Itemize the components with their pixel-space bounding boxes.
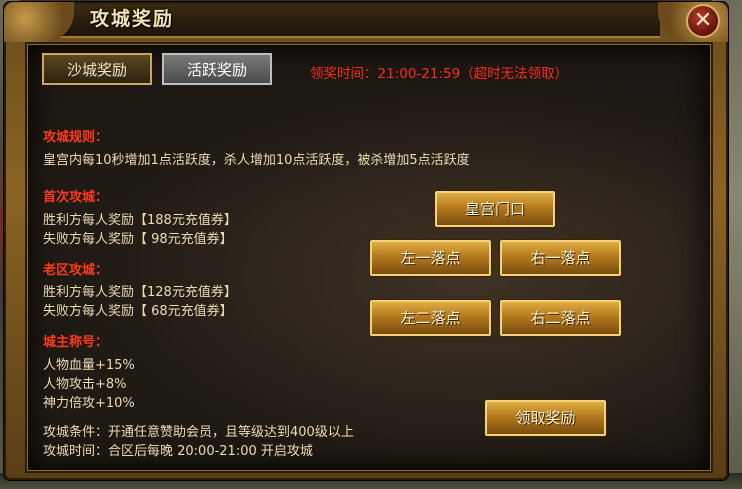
lord-attack-line: 人物攻击+8% [43, 377, 127, 392]
first-siege-win-line: 胜利方每人奖励【188元充值券】 [43, 213, 237, 228]
old-siege-heading: 老区攻城： [43, 263, 109, 278]
window-title: 攻城奖励 [90, 8, 175, 30]
old-siege-win-line: 胜利方每人奖励【128元充值券】 [43, 285, 237, 300]
lord-title-heading: 城主称号： [43, 335, 109, 350]
close-button[interactable]: ✕ [686, 4, 720, 38]
first-siege-heading: 首次攻城： [43, 190, 109, 205]
claim-time-notice: 领奖时间：21:00-21:59（超时无法领取） [310, 66, 569, 82]
right-two-point-button[interactable]: 右二落点 [500, 300, 621, 336]
lord-hp-line: 人物血量+15% [43, 358, 135, 373]
rules-line: 皇宫内每10秒增加1点活跃度，杀人增加10点活跃度，被杀增加5点活跃度 [43, 153, 470, 168]
siege-time-line: 攻城时间：合区后每晚 20:00-21:00 开启攻城 [43, 444, 313, 459]
siege-condition-line: 攻城条件：开通任意赞助会员，且等级达到400级以上 [43, 425, 354, 440]
palace-gate-button[interactable]: 皇宫门口 [435, 191, 555, 227]
old-siege-lose-line: 失败方每人奖励【 68元充值券】 [43, 304, 233, 319]
tab-activity-reward[interactable]: 活跃奖励 [162, 53, 272, 85]
left-two-point-button[interactable]: 左二落点 [370, 300, 491, 336]
claim-reward-button[interactable]: 领取奖励 [485, 400, 606, 436]
left-one-point-button[interactable]: 左一落点 [370, 240, 491, 276]
first-siege-lose-line: 失败方每人奖励【 98元充值券】 [43, 232, 233, 247]
right-one-point-button[interactable]: 右一落点 [500, 240, 621, 276]
tab-shacheng-reward[interactable]: 沙城奖励 [42, 53, 152, 85]
lord-divine-line: 神力倍攻+10% [43, 396, 135, 411]
rules-heading: 攻城规则： [43, 130, 109, 145]
